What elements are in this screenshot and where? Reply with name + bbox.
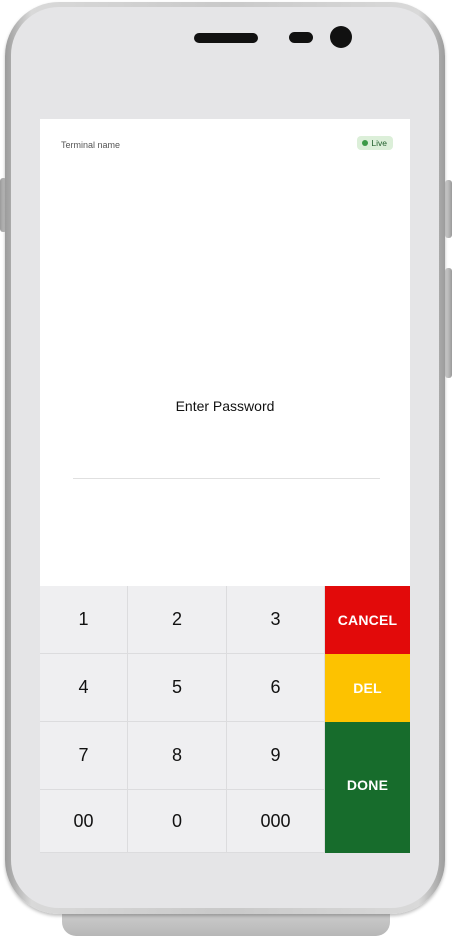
password-prompt: Enter Password [175, 398, 275, 414]
delete-button[interactable]: DEL [325, 654, 410, 722]
status-badge: Live [357, 136, 393, 150]
terminal-name: Terminal name [61, 140, 121, 150]
key-1[interactable]: 1 [40, 586, 128, 654]
device-volume-button [445, 268, 452, 378]
key-000[interactable]: 000 [227, 790, 325, 853]
proximity-sensor [289, 32, 313, 43]
password-field[interactable] [73, 478, 380, 479]
key-0[interactable]: 0 [128, 790, 227, 853]
key-9[interactable]: 9 [227, 722, 325, 790]
live-dot-icon [362, 140, 369, 146]
key-00[interactable]: 00 [40, 790, 128, 853]
status-badge-label: Live [371, 138, 387, 148]
key-8[interactable]: 8 [128, 722, 227, 790]
key-5[interactable]: 5 [128, 654, 227, 722]
front-camera [330, 26, 352, 48]
speaker-grille [194, 33, 258, 43]
key-2[interactable]: 2 [128, 586, 227, 654]
keypad: 1 2 3 4 5 6 7 8 9 00 0 000 CANCEL DEL DO… [40, 586, 410, 853]
cancel-button[interactable]: CANCEL [325, 586, 410, 654]
key-3[interactable]: 3 [227, 586, 325, 654]
done-button[interactable]: DONE [325, 722, 410, 853]
device-power-button [445, 180, 452, 238]
key-4[interactable]: 4 [40, 654, 128, 722]
screen: Terminal name Live Enter Password 1 2 3 … [40, 119, 410, 853]
key-6[interactable]: 6 [227, 654, 325, 722]
key-7[interactable]: 7 [40, 722, 128, 790]
